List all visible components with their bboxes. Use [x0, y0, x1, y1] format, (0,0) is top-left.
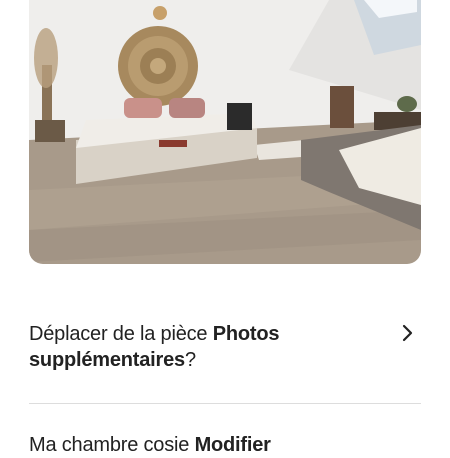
- edit-link[interactable]: Modifier: [195, 434, 271, 456]
- next-room-text: Ma chambre cosie Modifier: [29, 432, 389, 458]
- chevron-right-icon[interactable]: [399, 321, 417, 345]
- room-title: Ma chambre cosie: [29, 434, 195, 456]
- bedroom-photo-illustration: [29, 0, 421, 264]
- move-room-row[interactable]: Déplacer de la pièce Photos supplémentai…: [29, 321, 421, 373]
- next-room-row[interactable]: Ma chambre cosie Modifier: [29, 432, 421, 458]
- listing-photo[interactable]: [29, 0, 421, 264]
- move-room-prefix: Déplacer de la pièce: [29, 323, 213, 345]
- divider: [29, 403, 421, 404]
- move-room-text: Déplacer de la pièce Photos supplémentai…: [29, 321, 389, 373]
- move-room-suffix: ?: [184, 349, 196, 371]
